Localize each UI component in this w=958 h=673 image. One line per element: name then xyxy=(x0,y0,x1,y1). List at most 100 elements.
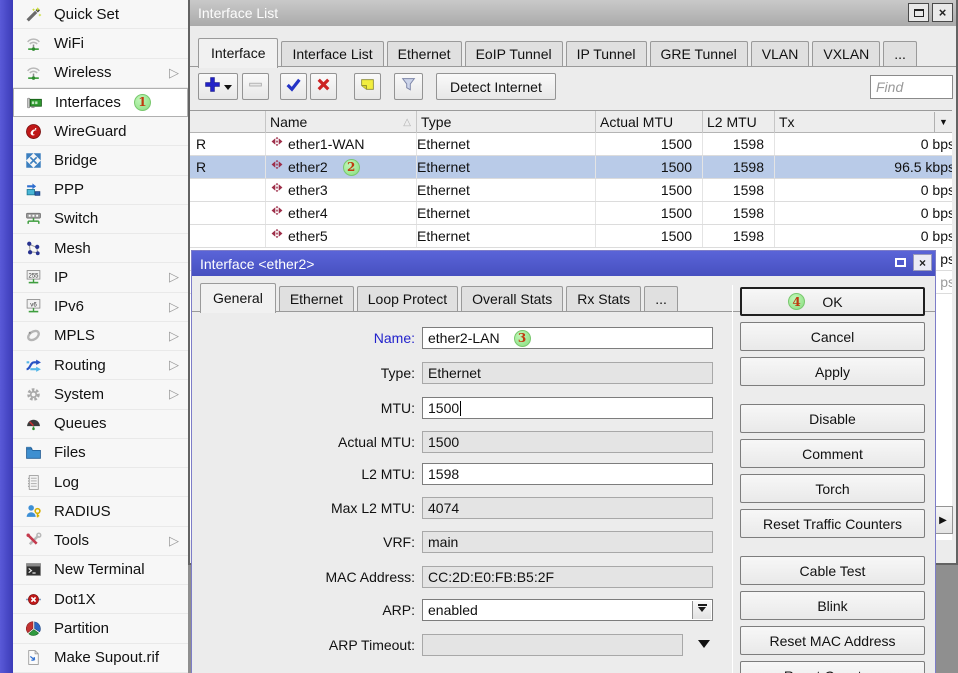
table-row-ether1-wan[interactable]: Rether1-WANEthernet150015980 bps xyxy=(190,133,952,156)
field-arp[interactable]: enabled xyxy=(422,599,713,621)
dialog-titlebar[interactable]: Interface <ether2> xyxy=(192,251,935,276)
dialog-tab-more[interactable]: ... xyxy=(644,286,678,312)
submenu-arrow-icon: ▷ xyxy=(169,269,179,285)
sidebar-item-dot1x[interactable]: Dot1X xyxy=(13,585,188,614)
sidebar-item-make-supout-rif[interactable]: Make Supout.rif xyxy=(13,644,188,673)
find-input[interactable] xyxy=(870,75,953,99)
sidebar-item-label: Interfaces xyxy=(55,94,121,111)
cross-icon xyxy=(315,76,332,98)
reset-counters-button[interactable]: Reset Counters xyxy=(740,661,925,673)
comment-button[interactable] xyxy=(354,73,381,100)
reset-traffic-counters-button[interactable]: Reset Traffic Counters xyxy=(740,509,925,538)
winbox-app: Quick Set WiFiWireless▷Interfaces1WireGua… xyxy=(0,0,958,673)
column-header-name[interactable]: Name△ xyxy=(266,111,417,133)
dialog-tab-rx-stats[interactable]: Rx Stats xyxy=(566,286,641,312)
sidebar-item-ppp[interactable]: PPP xyxy=(13,176,188,205)
sidebar-item-mesh[interactable]: Mesh xyxy=(13,234,188,263)
tab-interface[interactable]: Interface xyxy=(198,38,278,68)
tab-vlan[interactable]: VLAN xyxy=(751,41,810,67)
close-button[interactable]: × xyxy=(932,3,953,22)
dropdown-arrow-icon[interactable] xyxy=(698,640,710,654)
sidebar-item-label: System xyxy=(54,386,104,403)
column-header-flags[interactable] xyxy=(190,111,266,133)
apply-button[interactable]: Apply xyxy=(740,357,925,386)
column-header-l2-mtu[interactable]: L2 MTU xyxy=(703,111,775,133)
column-header-type[interactable]: Type xyxy=(417,111,596,133)
dialog-tab-overall-stats[interactable]: Overall Stats xyxy=(461,286,563,312)
hscroll-right-button[interactable]: ▶ xyxy=(933,506,953,534)
sidebar-item-tools[interactable]: Tools▷ xyxy=(13,527,188,556)
submenu-arrow-icon: ▷ xyxy=(169,328,179,344)
sidebar-item-wireless[interactable]: Wireless▷ xyxy=(13,59,188,88)
sidebar-item-mpls[interactable]: MPLS▷ xyxy=(13,322,188,351)
table-row-ether3[interactable]: ether3Ethernet150015980 bps xyxy=(190,179,952,202)
disable-button[interactable] xyxy=(310,73,337,100)
disable-button[interactable]: Disable xyxy=(740,404,925,433)
column-header-tx[interactable]: Tx xyxy=(775,111,952,133)
sidebar-item-ip[interactable]: 255IP▷ xyxy=(13,263,188,292)
field-l2-mtu[interactable]: 1598 xyxy=(422,463,713,485)
sidebar-item-partition[interactable]: Partition xyxy=(13,614,188,643)
sidebar-item-quick-set[interactable]: Quick Set xyxy=(13,0,188,29)
sidebar-item-new-terminal[interactable]: New Terminal xyxy=(13,556,188,585)
mesh-icon xyxy=(20,240,46,257)
cable-test-button[interactable]: Cable Test xyxy=(740,556,925,585)
ether-icon xyxy=(269,179,288,201)
cell-actual_mtu: 1500 xyxy=(596,225,703,247)
dialog-tab-ethernet[interactable]: Ethernet xyxy=(279,286,354,312)
sidebar-item-ipv6[interactable]: v6IPv6▷ xyxy=(13,293,188,322)
field-label: ARP: xyxy=(192,599,415,621)
table-row-ether2[interactable]: Rether22Ethernet1500159896.5 kbps xyxy=(190,156,952,179)
sidebar-item-routing[interactable]: Routing▷ xyxy=(13,351,188,380)
sidebar-item-label: Quick Set xyxy=(54,6,119,23)
remove-button[interactable] xyxy=(242,73,269,100)
cancel-button[interactable]: Cancel xyxy=(740,322,925,351)
table-header: Name△Type Actual MTUL2 MTUTx xyxy=(190,111,952,133)
sidebar-item-system[interactable]: System▷ xyxy=(13,380,188,409)
column-header-label: Type xyxy=(421,112,451,133)
sidebar-item-files[interactable]: Files xyxy=(13,439,188,468)
detect-internet-button[interactable]: Detect Internet xyxy=(436,73,556,100)
tab-interface-list[interactable]: Interface List xyxy=(281,41,383,67)
cell-flag xyxy=(190,202,266,224)
sidebar-item-interfaces[interactable]: Interfaces1 xyxy=(13,88,188,117)
maximize-button[interactable] xyxy=(908,3,929,22)
dialog-close-button[interactable]: × xyxy=(913,254,932,271)
sidebar-item-radius[interactable]: RADIUS xyxy=(13,497,188,526)
tab-ethernet[interactable]: Ethernet xyxy=(387,41,462,67)
sidebar-item-queues[interactable]: Queues xyxy=(13,410,188,439)
dialog-tab-loop-protect[interactable]: Loop Protect xyxy=(357,286,458,312)
torch-button[interactable]: Torch xyxy=(740,474,925,503)
enable-button[interactable] xyxy=(280,73,307,100)
sidebar-item-bridge[interactable]: Bridge xyxy=(13,146,188,175)
window-titlebar[interactable]: Interface List xyxy=(190,0,956,26)
tab-more[interactable]: ... xyxy=(883,41,917,67)
dropdown-button[interactable] xyxy=(692,601,711,619)
reset-mac-address-button[interactable]: Reset MAC Address xyxy=(740,626,925,655)
tab-gre-tunnel[interactable]: GRE Tunnel xyxy=(650,41,748,67)
dialog-maximize-button[interactable] xyxy=(891,254,910,271)
add-button[interactable] xyxy=(198,73,238,100)
sidebar-item-wireguard[interactable]: WireGuard xyxy=(13,117,188,146)
tab-eoip-tunnel[interactable]: EoIP Tunnel xyxy=(465,41,563,67)
column-header-actual-mtu[interactable]: Actual MTU xyxy=(596,111,703,133)
filter-button[interactable] xyxy=(394,73,423,100)
column-select-button[interactable]: ▼ xyxy=(934,112,952,132)
comment-button[interactable]: Comment xyxy=(740,439,925,468)
sidebar-item-log[interactable]: Log xyxy=(13,468,188,497)
dialog-tab-general[interactable]: General xyxy=(200,283,276,313)
cell-type: Ethernet xyxy=(417,202,596,224)
blink-button[interactable]: Blink xyxy=(740,591,925,620)
cell-tx: 0 bps xyxy=(775,225,952,247)
ok-button[interactable]: 4OK xyxy=(740,287,925,316)
table-row-ether5[interactable]: ether5Ethernet150015980 bps xyxy=(190,225,952,248)
field-max-l2-mtu: 4074 xyxy=(422,497,713,519)
tab-ip-tunnel[interactable]: IP Tunnel xyxy=(566,41,647,67)
table-row-ether4[interactable]: ether4Ethernet150015980 bps xyxy=(190,202,952,225)
tab-vxlan[interactable]: VXLAN xyxy=(812,41,880,67)
sidebar-item-switch[interactable]: Switch xyxy=(13,205,188,234)
sidebar-item-wifi[interactable]: WiFi xyxy=(13,29,188,58)
cell-actual_mtu: 1500 xyxy=(596,156,703,178)
field-name[interactable]: ether2-LAN3 xyxy=(422,327,713,349)
field-mtu[interactable]: 1500 xyxy=(422,397,713,419)
